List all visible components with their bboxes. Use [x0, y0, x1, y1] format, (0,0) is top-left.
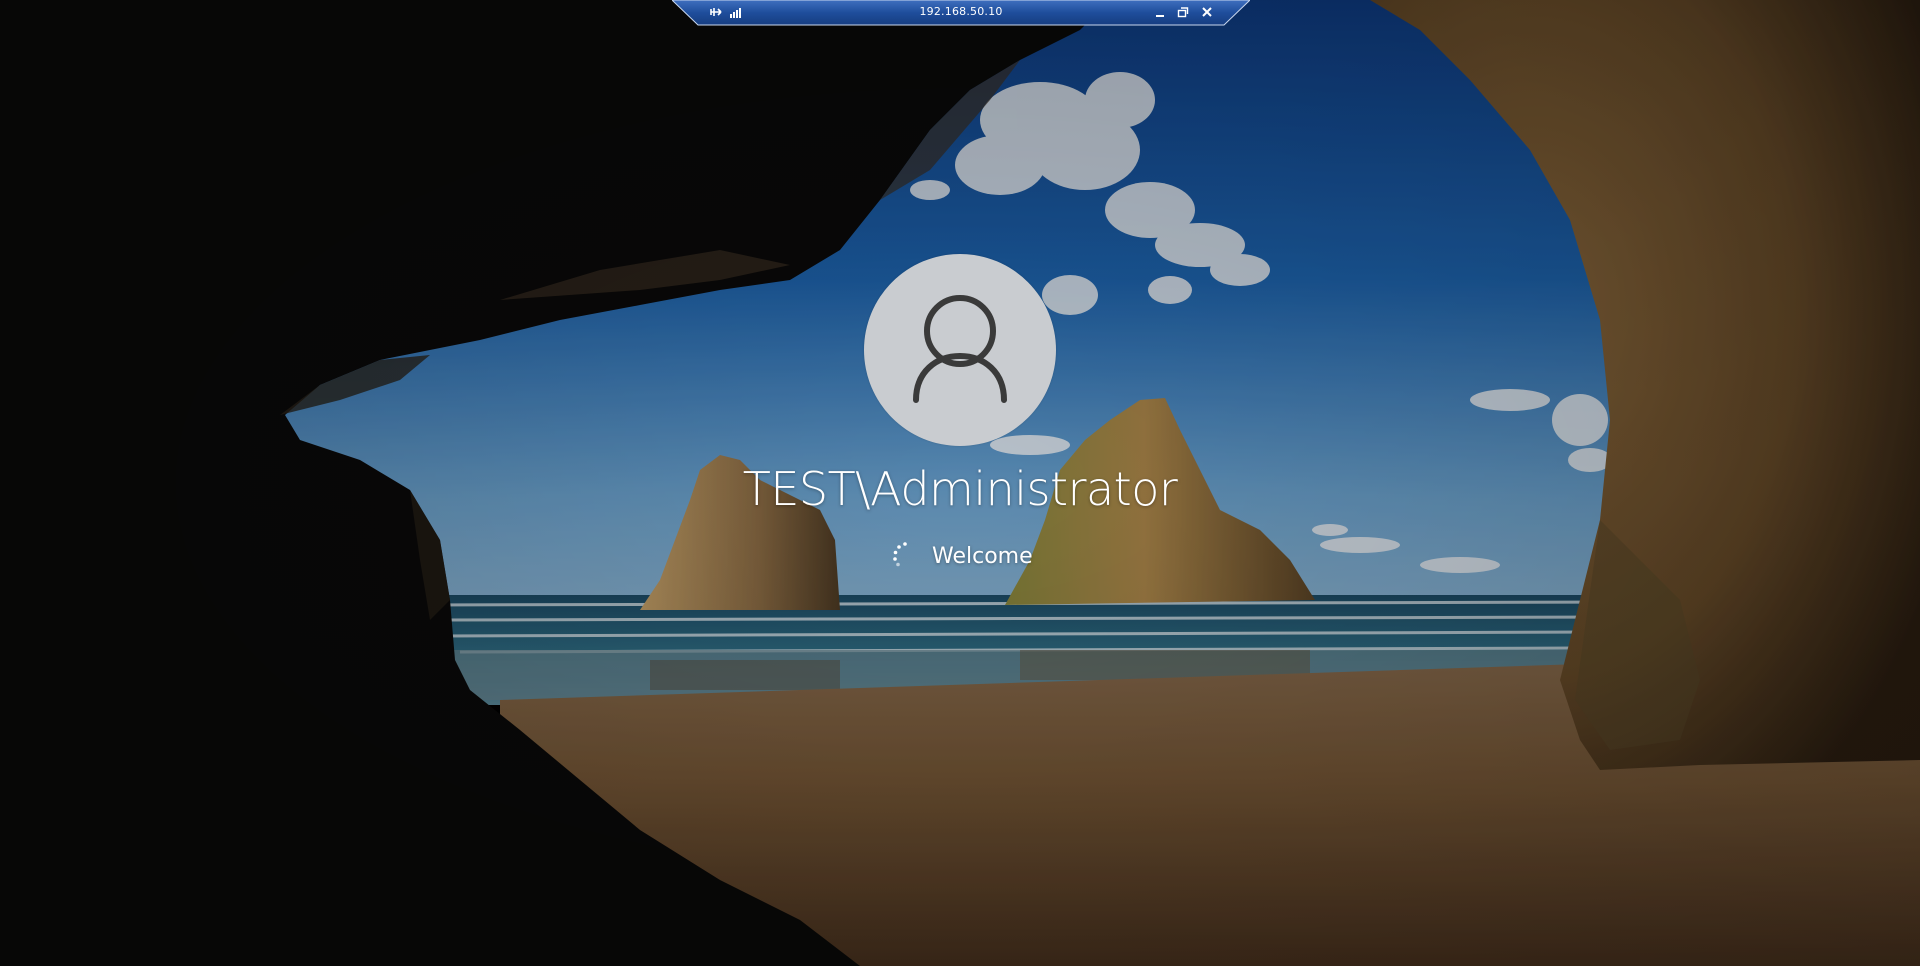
username-label: TEST\Administrator — [742, 462, 1178, 516]
lock-screen: 192.168.50.10 TEST\Administrator Welcome — [0, 0, 1920, 966]
minimize-icon — [1156, 15, 1164, 17]
user-avatar-icon — [913, 295, 1007, 403]
status-text: Welcome — [932, 544, 1033, 569]
sign-in-status: Welcome — [880, 540, 1140, 572]
restore-button[interactable] — [1174, 3, 1192, 21]
close-button[interactable] — [1198, 3, 1216, 21]
restore-icon — [1177, 7, 1189, 18]
minimize-button[interactable] — [1151, 3, 1169, 21]
remote-desktop-connection-bar: 192.168.50.10 — [672, 0, 1250, 26]
close-icon — [1202, 7, 1212, 17]
user-avatar — [864, 254, 1056, 446]
loading-spinner-icon — [893, 542, 907, 567]
